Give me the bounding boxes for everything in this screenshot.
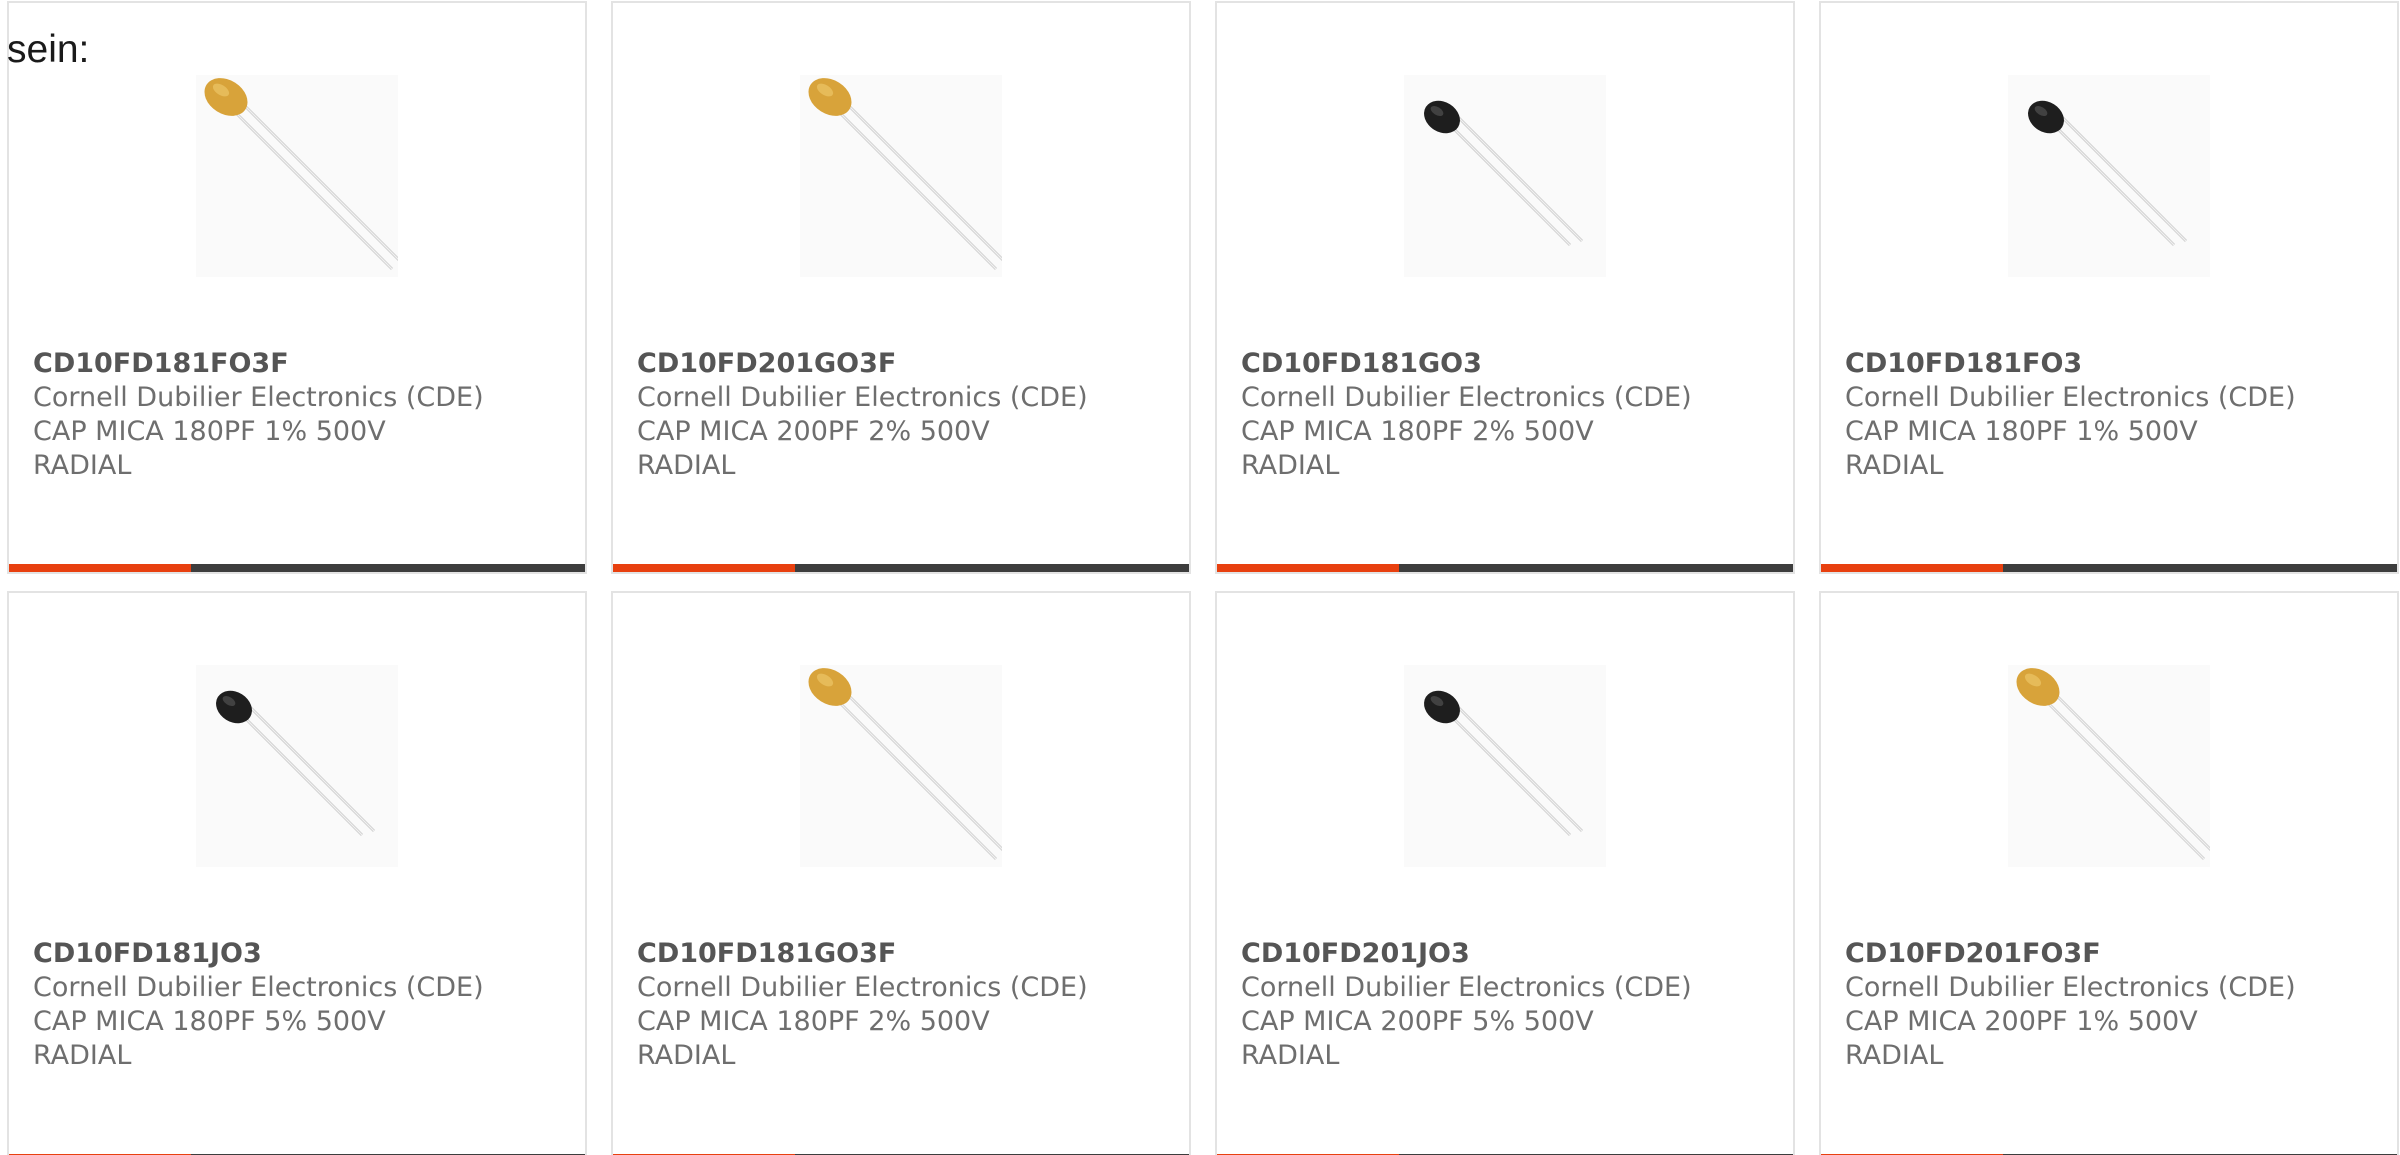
capacitor-black-icon (1404, 75, 1606, 277)
product-image[interactable] (2008, 665, 2210, 867)
manufacturer: Cornell Dubilier Electronics (CDE) (1241, 382, 1692, 413)
part-number[interactable]: CD10FD181JO3 (33, 937, 569, 971)
description: CAP MICA 180PF 1% 500V (33, 416, 386, 447)
description-package: RADIAL (1845, 450, 1944, 481)
card-footer-bar (613, 564, 1189, 572)
manufacturer: Cornell Dubilier Electronics (CDE) (1845, 972, 2296, 1003)
card-footer-bar (9, 564, 585, 572)
capacitor-tan-icon (800, 75, 1002, 277)
product-card[interactable]: CD10FD181FO3F Cornell Dubilier Electroni… (7, 1, 587, 574)
description-package: RADIAL (1241, 1040, 1340, 1071)
description-package: RADIAL (1241, 450, 1340, 481)
product-card[interactable]: CD10FD201GO3F Cornell Dubilier Electroni… (611, 1, 1191, 574)
manufacturer: Cornell Dubilier Electronics (CDE) (1845, 382, 2296, 413)
capacitor-black-icon (2008, 75, 2210, 277)
capacitor-tan-icon (800, 665, 1002, 867)
description: CAP MICA 180PF 2% 500V (1241, 416, 1594, 447)
product-card[interactable]: CD10FD181JO3 Cornell Dubilier Electronic… (7, 591, 587, 1155)
capacitor-tan-icon (2008, 665, 2210, 867)
product-card[interactable]: CD10FD181FO3 Cornell Dubilier Electronic… (1819, 1, 2399, 574)
description-package: RADIAL (33, 450, 132, 481)
product-info: CD10FD201FO3F Cornell Dubilier Electroni… (1845, 937, 2381, 1073)
product-info: CD10FD181GO3 Cornell Dubilier Electronic… (1241, 347, 1777, 483)
manufacturer: Cornell Dubilier Electronics (CDE) (1241, 972, 1692, 1003)
product-image[interactable] (196, 665, 398, 867)
card-footer-bar (1217, 564, 1793, 572)
manufacturer: Cornell Dubilier Electronics (CDE) (637, 972, 1088, 1003)
description-package: RADIAL (1845, 1040, 1944, 1071)
product-info: CD10FD181FO3 Cornell Dubilier Electronic… (1845, 347, 2381, 483)
card-footer-bar (1821, 564, 2397, 572)
product-image[interactable] (1404, 665, 1606, 867)
part-number[interactable]: CD10FD181FO3F (33, 347, 569, 381)
description: CAP MICA 200PF 2% 500V (637, 416, 990, 447)
capacitor-black-icon (196, 665, 398, 867)
product-grid: CD10FD181FO3F Cornell Dubilier Electroni… (7, 1, 2399, 1155)
product-card[interactable]: CD10FD201JO3 Cornell Dubilier Electronic… (1215, 591, 1795, 1155)
product-image[interactable] (196, 75, 398, 277)
card-footer-accent (1821, 564, 2003, 572)
card-footer-accent (613, 564, 795, 572)
description-package: RADIAL (33, 1040, 132, 1071)
part-number[interactable]: CD10FD181GO3 (1241, 347, 1777, 381)
part-number[interactable]: CD10FD201GO3F (637, 347, 1173, 381)
product-image[interactable] (1404, 75, 1606, 277)
product-image[interactable] (800, 75, 1002, 277)
card-footer-accent (1217, 564, 1399, 572)
manufacturer: Cornell Dubilier Electronics (CDE) (637, 382, 1088, 413)
manufacturer: Cornell Dubilier Electronics (CDE) (33, 972, 484, 1003)
part-number[interactable]: CD10FD201FO3F (1845, 937, 2381, 971)
product-card[interactable]: CD10FD201FO3F Cornell Dubilier Electroni… (1819, 591, 2399, 1155)
intro-text: sein: (7, 28, 90, 71)
product-info: CD10FD181JO3 Cornell Dubilier Electronic… (33, 937, 569, 1073)
capacitor-tan-icon (196, 75, 398, 277)
manufacturer: Cornell Dubilier Electronics (CDE) (33, 382, 484, 413)
description: CAP MICA 200PF 5% 500V (1241, 1006, 1594, 1037)
product-card[interactable]: CD10FD181GO3F Cornell Dubilier Electroni… (611, 591, 1191, 1155)
product-card[interactable]: CD10FD181GO3 Cornell Dubilier Electronic… (1215, 1, 1795, 574)
part-number[interactable]: CD10FD201JO3 (1241, 937, 1777, 971)
card-footer-accent (9, 564, 191, 572)
product-info: CD10FD201GO3F Cornell Dubilier Electroni… (637, 347, 1173, 483)
description-package: RADIAL (637, 1040, 736, 1071)
capacitor-black-icon (1404, 665, 1606, 867)
description: CAP MICA 200PF 1% 500V (1845, 1006, 2198, 1037)
product-image[interactable] (800, 665, 1002, 867)
description-package: RADIAL (637, 450, 736, 481)
product-info: CD10FD181FO3F Cornell Dubilier Electroni… (33, 347, 569, 483)
product-grid-page: sein: CD10FD181FO3F Cornell Dubilier Ele… (0, 0, 2400, 1155)
product-image[interactable] (2008, 75, 2210, 277)
part-number[interactable]: CD10FD181FO3 (1845, 347, 2381, 381)
product-info: CD10FD201JO3 Cornell Dubilier Electronic… (1241, 937, 1777, 1073)
description: CAP MICA 180PF 2% 500V (637, 1006, 990, 1037)
description: CAP MICA 180PF 5% 500V (33, 1006, 386, 1037)
product-info: CD10FD181GO3F Cornell Dubilier Electroni… (637, 937, 1173, 1073)
description: CAP MICA 180PF 1% 500V (1845, 416, 2198, 447)
part-number[interactable]: CD10FD181GO3F (637, 937, 1173, 971)
